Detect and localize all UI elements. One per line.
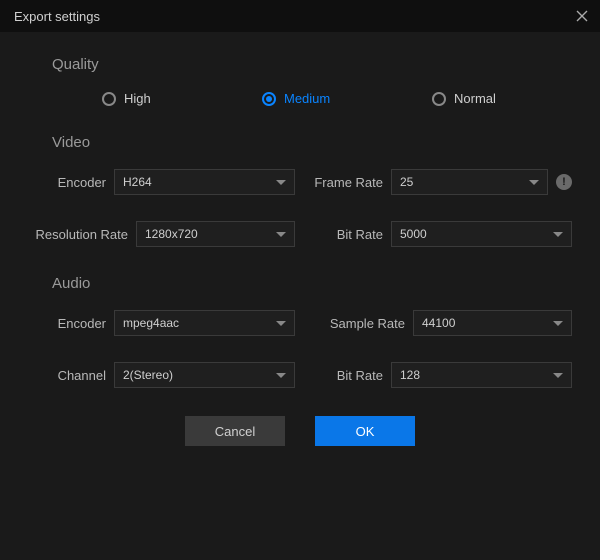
field-label: Encoder [28,316,106,331]
audio-samplerate-field: Sample Rate 44100 [305,310,572,336]
dropdown-value: 44100 [422,316,455,330]
audio-bitrate-field: Bit Rate 128 [305,362,572,388]
audio-encoder-field: Encoder mpeg4aac [28,310,295,336]
quality-radio-high[interactable]: High [102,91,262,106]
field-label: Sample Rate [305,316,405,331]
chevron-down-icon [553,321,563,326]
chevron-down-icon [276,232,286,237]
field-label: Bit Rate [305,368,383,383]
audio-title: Audio [52,275,572,292]
chevron-down-icon [276,373,286,378]
dropdown-value: H264 [123,175,152,189]
dropdown-value: 25 [400,175,413,189]
video-bitrate-dropdown[interactable]: 5000 [391,221,572,247]
titlebar: Export settings [0,0,600,32]
dropdown-value: mpeg4aac [123,316,179,330]
radio-icon [432,92,446,106]
quality-section: Quality High Medium Normal [28,56,572,106]
video-section: Video Encoder H264 Frame Rate 25 ! Resol… [28,134,572,247]
dropdown-value: 128 [400,368,420,382]
radio-icon [102,92,116,106]
chevron-down-icon [553,232,563,237]
radio-icon [262,92,276,106]
audio-section: Audio Encoder mpeg4aac Sample Rate 44100… [28,275,572,388]
video-resolution-field: Resolution Rate 1280x720 [28,221,295,247]
audio-bitrate-dropdown[interactable]: 128 [391,362,572,388]
close-icon[interactable] [574,8,590,24]
video-framerate-field: Frame Rate 25 ! [305,169,572,195]
video-framerate-dropdown[interactable]: 25 [391,169,548,195]
window-title: Export settings [14,9,100,24]
chevron-down-icon [529,180,539,185]
chevron-down-icon [276,180,286,185]
video-resolution-dropdown[interactable]: 1280x720 [136,221,295,247]
quality-radio-group: High Medium Normal [28,91,572,106]
field-label: Channel [28,368,106,383]
audio-samplerate-dropdown[interactable]: 44100 [413,310,572,336]
field-label: Bit Rate [305,227,383,242]
radio-label: Normal [454,91,496,106]
audio-channel-field: Channel 2(Stereo) [28,362,295,388]
audio-channel-dropdown[interactable]: 2(Stereo) [114,362,295,388]
quality-radio-normal[interactable]: Normal [432,91,496,106]
video-encoder-field: Encoder H264 [28,169,295,195]
info-icon[interactable]: ! [556,174,572,190]
button-row: Cancel OK [28,416,572,446]
video-bitrate-field: Bit Rate 5000 [305,221,572,247]
radio-label: Medium [284,91,330,106]
chevron-down-icon [553,373,563,378]
field-label: Encoder [28,175,106,190]
dropdown-value: 1280x720 [145,227,198,241]
quality-title: Quality [52,56,572,73]
dropdown-value: 5000 [400,227,427,241]
dropdown-value: 2(Stereo) [123,368,173,382]
dialog-content: Quality High Medium Normal Video Encoder… [0,32,600,446]
field-label: Frame Rate [305,175,383,190]
video-encoder-dropdown[interactable]: H264 [114,169,295,195]
video-title: Video [52,134,572,151]
field-label: Resolution Rate [28,227,128,242]
radio-label: High [124,91,151,106]
audio-encoder-dropdown[interactable]: mpeg4aac [114,310,295,336]
cancel-button[interactable]: Cancel [185,416,285,446]
quality-radio-medium[interactable]: Medium [262,91,432,106]
ok-button[interactable]: OK [315,416,415,446]
chevron-down-icon [276,321,286,326]
